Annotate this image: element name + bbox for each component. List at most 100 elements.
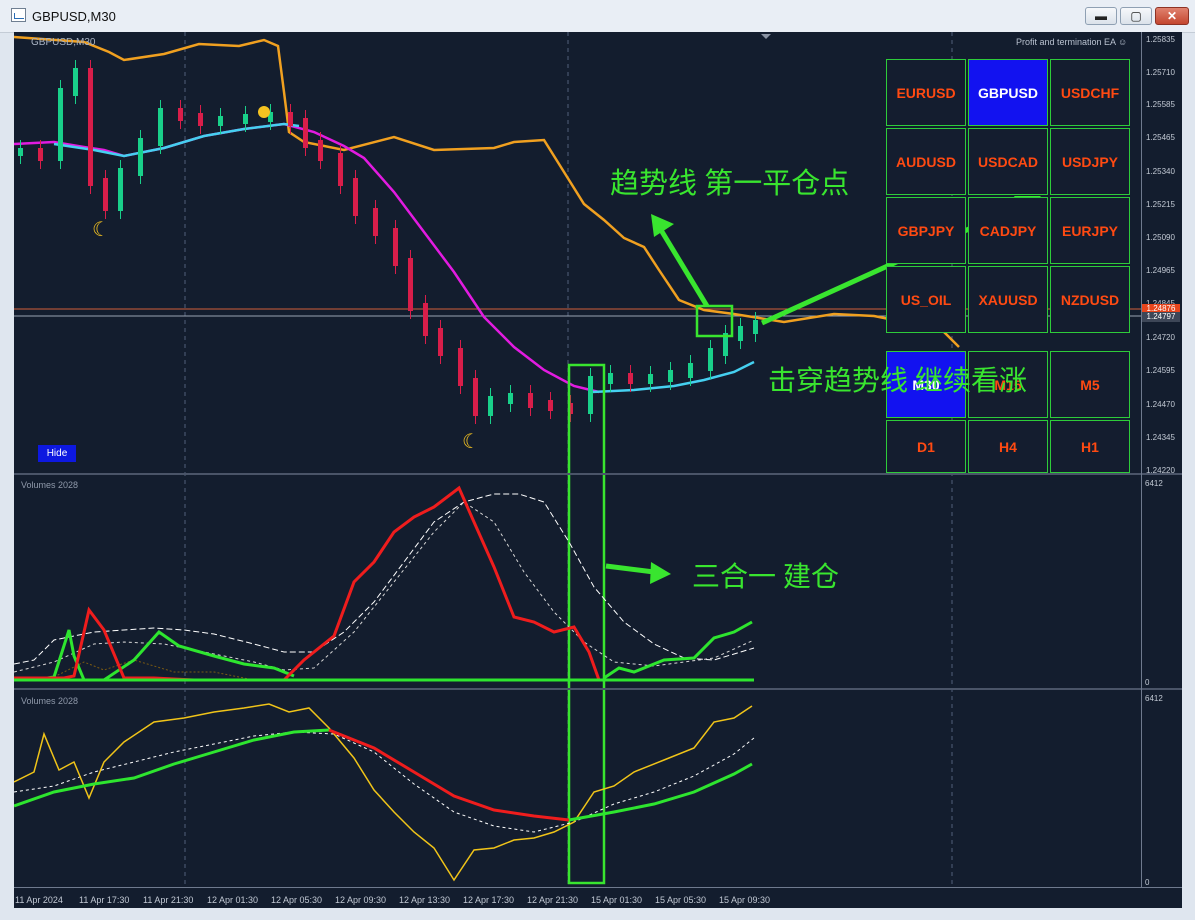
price-tick: 1.24965	[1146, 266, 1175, 275]
candle-body	[473, 378, 478, 416]
candle-body	[73, 68, 78, 96]
time-tick: 12 Apr 21:30	[527, 895, 579, 905]
time-tick: 11 Apr 2024	[15, 895, 63, 905]
candle-body	[668, 370, 673, 382]
candle-body	[353, 178, 358, 216]
candle-body	[198, 113, 203, 126]
symbol-button-usdchf[interactable]: USDCHF	[1050, 59, 1130, 126]
volume2-yellow-line	[14, 703, 753, 882]
price-tick: 1.25710	[1146, 68, 1175, 77]
price-tick: 1.24345	[1146, 433, 1175, 442]
candle-body	[458, 348, 463, 386]
volumes-scale-max: 6412	[1145, 479, 1163, 488]
time-tick: 15 Apr 09:30	[719, 895, 771, 905]
volume-ma-fast	[14, 501, 755, 673]
price-tick: 1.24720	[1146, 333, 1175, 342]
candle-body	[218, 116, 223, 126]
candle-body	[178, 108, 183, 121]
window-title: GBPUSD,M30	[32, 9, 116, 24]
candle-body	[158, 108, 163, 146]
candle-body	[588, 376, 593, 414]
minimize-icon: ▬	[1095, 9, 1107, 23]
candle-body	[708, 348, 713, 371]
time-tick: 12 Apr 05:30	[271, 895, 323, 905]
symbol-button-usdcad[interactable]: USDCAD	[968, 128, 1048, 195]
time-tick: 12 Apr 09:30	[335, 895, 387, 905]
symbol-button-usdjpy[interactable]: USDJPY	[1050, 128, 1130, 195]
ma-magenta-line	[14, 122, 600, 394]
timeframe-button-m5[interactable]: M5	[1050, 351, 1130, 418]
candlesticks	[18, 60, 758, 424]
candle-body	[103, 178, 108, 211]
time-tick: 11 Apr 21:30	[143, 895, 194, 905]
candle-body	[753, 320, 758, 334]
candle-body	[303, 118, 308, 148]
symbol-button-cadjpy[interactable]: CADJPY	[968, 197, 1048, 264]
annotation-triple-entry: 三合一 建仓	[692, 562, 840, 593]
volume-bear-line	[14, 485, 754, 682]
time-tick: 12 Apr 13:30	[399, 895, 451, 905]
hide-button[interactable]: Hide	[38, 445, 76, 462]
symbol-button-audusd[interactable]: AUDUSD	[886, 128, 966, 195]
maximize-icon: ▢	[1130, 9, 1142, 23]
price-axis-border	[1141, 32, 1142, 887]
candle-body	[738, 326, 743, 341]
candle-body	[528, 393, 533, 408]
candle-body	[373, 208, 378, 236]
volume-ma-slow	[14, 493, 755, 665]
minimize-button[interactable]: ▬	[1085, 7, 1117, 25]
candle-body	[608, 373, 613, 384]
time-tick: 15 Apr 05:30	[655, 895, 707, 905]
annotation-breakout: 击穿趋势线 继续看涨	[768, 366, 1028, 397]
volumes-scale-min: 0	[1145, 678, 1150, 687]
symbol-button-us-oil[interactable]: US_OIL	[886, 266, 966, 333]
timeframe-button-h4[interactable]: H4	[968, 420, 1048, 473]
candle-body	[318, 140, 323, 161]
candle-body	[438, 328, 443, 356]
moon-signal-icon: ☾	[462, 431, 480, 453]
candle-body	[18, 148, 23, 156]
arrow-shaft	[658, 228, 710, 308]
price-tick: 1.25585	[1146, 100, 1175, 109]
volumes-2-lines	[14, 703, 755, 882]
chart-area[interactable]: ☾ ☾ GBPUSD,M30 Profit and termination EA…	[14, 32, 1182, 908]
volume-bull-line	[603, 620, 753, 680]
candle-body	[58, 88, 63, 161]
symbol-button-xauusd[interactable]: XAUUSD	[968, 266, 1048, 333]
candle-body	[628, 373, 633, 384]
time-tick: 12 Apr 01:30	[207, 895, 259, 905]
maximize-button[interactable]: ▢	[1120, 7, 1152, 25]
symbol-button-eurjpy[interactable]: EURJPY	[1050, 197, 1130, 264]
volume2-ma	[14, 731, 755, 833]
arrow-head-icon	[650, 562, 671, 584]
price-tick: 1.24470	[1146, 400, 1175, 409]
price-tick: 1.25090	[1146, 233, 1175, 242]
window-titlebar: GBPUSD,M30 ▬ ▢ ✕	[0, 0, 1195, 33]
time-axis-border	[14, 887, 1182, 888]
symbol-button-gbpusd[interactable]: GBPUSD	[968, 59, 1048, 126]
shift-marker-icon[interactable]	[761, 34, 771, 39]
price-tick: 1.25340	[1146, 167, 1175, 176]
volumes-1-lines	[14, 485, 755, 682]
symbol-button-nzdusd[interactable]: NZDUSD	[1050, 266, 1130, 333]
bid-price-tag: 1.24797	[1142, 312, 1180, 322]
price-tick: 1.25215	[1146, 200, 1175, 209]
annotation-first-close-point: 趋势线 第一平仓点	[610, 168, 850, 200]
price-tick: 1.24595	[1146, 366, 1175, 375]
timeframe-button-h1[interactable]: H1	[1050, 420, 1130, 473]
timeframe-button-d1[interactable]: D1	[886, 420, 966, 473]
symbol-button-gbpjpy[interactable]: GBPJPY	[886, 197, 966, 264]
symbol-label: GBPUSD,M30	[31, 37, 96, 48]
symbol-button-eurusd[interactable]: EURUSD	[886, 59, 966, 126]
candle-body	[88, 68, 93, 186]
arrow-shaft	[605, 563, 655, 575]
candle-body	[393, 228, 398, 266]
indicator-separator[interactable]	[14, 473, 1182, 475]
candle-body	[648, 374, 653, 384]
price-tick: 1.25465	[1146, 133, 1175, 142]
candle-body	[548, 400, 553, 411]
indicator-separator[interactable]	[14, 688, 1182, 690]
candle-body	[508, 393, 513, 404]
candle-body	[423, 303, 428, 336]
close-button[interactable]: ✕	[1155, 7, 1189, 25]
